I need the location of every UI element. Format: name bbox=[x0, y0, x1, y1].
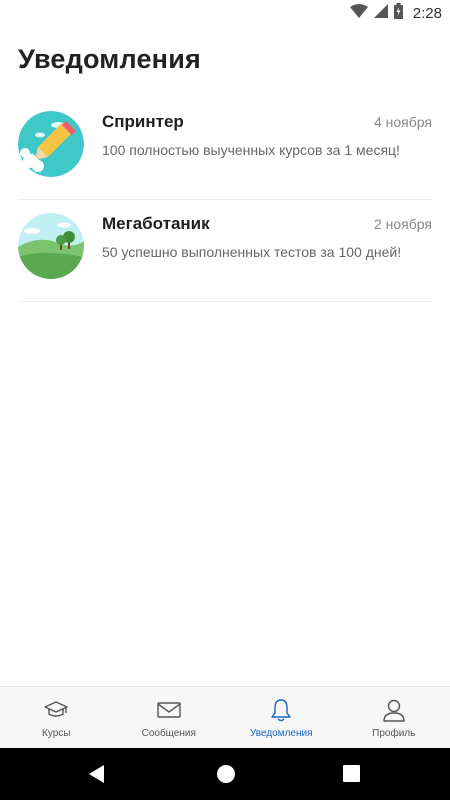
notification-item-megabotanik[interactable]: Мегаботаник 2 ноября 50 успешно выполнен… bbox=[18, 200, 432, 302]
bottom-nav: Курсы Сообщения Уведомления Профиль bbox=[0, 686, 450, 748]
nav-courses[interactable]: Курсы bbox=[0, 687, 113, 748]
nav-label: Сообщения bbox=[141, 728, 196, 739]
nav-label: Уведомления bbox=[249, 728, 313, 739]
notification-text: 100 полностью выученных курсов за 1 меся… bbox=[102, 142, 400, 158]
notification-text: 50 успешно выполненных тестов за 100 дне… bbox=[102, 244, 402, 260]
landscape-trees-icon bbox=[18, 213, 84, 279]
home-icon[interactable] bbox=[216, 764, 236, 789]
rocket-pencil-icon bbox=[18, 111, 84, 177]
status-time: 2:28 bbox=[412, 4, 442, 22]
nav-messages[interactable]: Сообщения bbox=[113, 687, 226, 748]
notification-date: 2 ноября bbox=[373, 216, 432, 232]
notifications-list: Спринтер 4 ноября 100 полностью выученны… bbox=[18, 98, 432, 302]
envelope-icon bbox=[157, 697, 181, 723]
notification-date: 4 ноября bbox=[373, 114, 432, 130]
nav-notifications[interactable]: Уведомления bbox=[225, 687, 338, 748]
status-bar: 2:28 bbox=[0, 0, 450, 26]
notification-title: Спринтер bbox=[102, 112, 184, 131]
back-icon[interactable] bbox=[88, 764, 106, 789]
system-nav-bar bbox=[0, 748, 450, 800]
recents-icon[interactable] bbox=[343, 765, 360, 787]
status-icons: 2:28 bbox=[349, 0, 450, 26]
wifi-icon bbox=[349, 3, 368, 23]
nav-profile[interactable]: Профиль bbox=[338, 687, 450, 748]
bell-icon bbox=[270, 697, 292, 723]
nav-label: Профиль bbox=[372, 728, 416, 739]
graduation-cap-icon bbox=[44, 697, 68, 723]
notification-title: Мегаботаник bbox=[102, 214, 210, 233]
person-icon bbox=[382, 697, 406, 723]
nav-label: Курсы bbox=[42, 728, 71, 739]
signal-icon bbox=[373, 3, 388, 23]
notification-item-sprinter[interactable]: Спринтер 4 ноября 100 полностью выученны… bbox=[18, 98, 432, 200]
battery-icon bbox=[393, 2, 403, 24]
page-title: Уведомления bbox=[18, 44, 201, 74]
